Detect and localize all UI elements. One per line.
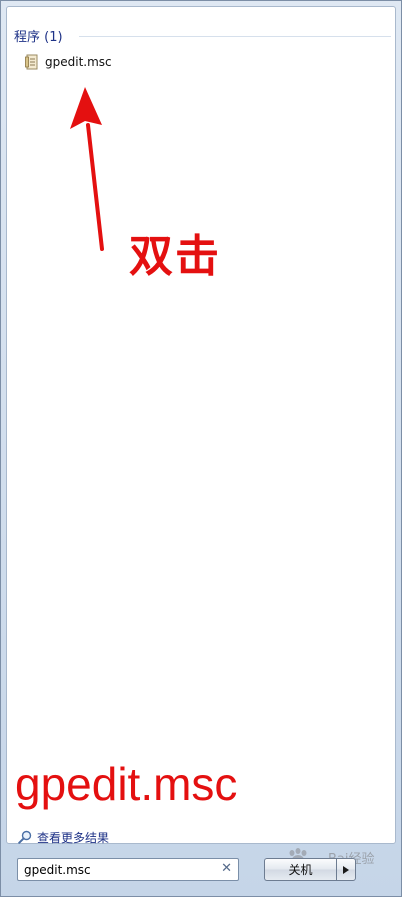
result-item-label: gpedit.msc bbox=[45, 55, 112, 69]
result-item-gpedit[interactable]: gpedit.msc bbox=[25, 52, 145, 72]
shutdown-group: 关机 bbox=[264, 858, 356, 881]
see-more-label: 查看更多结果 bbox=[37, 830, 110, 845]
section-header-programs: 程序 (1) bbox=[14, 30, 63, 45]
msc-file-icon bbox=[25, 54, 38, 70]
section-divider bbox=[79, 36, 391, 37]
shutdown-options-button[interactable] bbox=[336, 858, 356, 881]
search-results-panel: 程序 (1) gpedit.msc 双击 gpedit.msc 查看更多结果 bbox=[6, 6, 396, 846]
triangle-right-icon bbox=[343, 865, 349, 874]
search-input[interactable] bbox=[18, 860, 214, 879]
start-menu: 程序 (1) gpedit.msc 双击 gpedit.msc 查看更多结果 g… bbox=[0, 0, 402, 897]
close-icon[interactable]: ✕ bbox=[221, 861, 232, 876]
search-icon bbox=[18, 830, 32, 844]
annotation-double-click: 双击 bbox=[129, 231, 221, 282]
shutdown-button[interactable]: 关机 bbox=[264, 858, 336, 881]
annotation-arrow-icon bbox=[70, 87, 104, 251]
search-box[interactable]: ✕ bbox=[17, 858, 239, 881]
see-more-results-link[interactable]: 查看更多结果 bbox=[18, 828, 109, 846]
annotation-command: gpedit.msc bbox=[15, 758, 238, 810]
